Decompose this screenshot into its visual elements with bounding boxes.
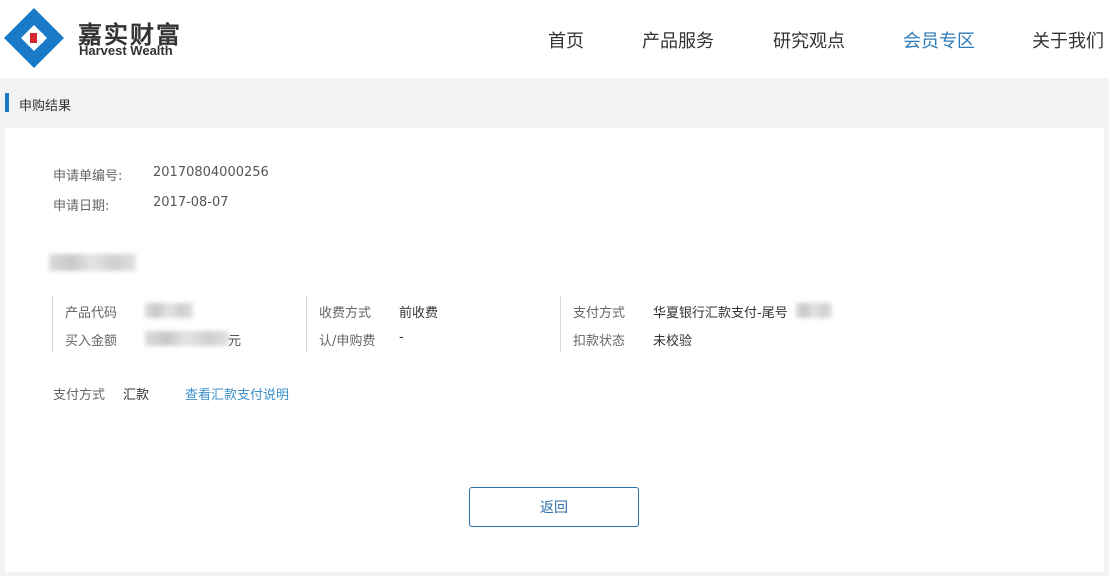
purchase-amount-redacted — [145, 331, 229, 346]
column-divider — [306, 296, 307, 352]
site-header: 嘉实财富 Harvest Wealth 首页 产品服务 研究观点 会员专区 关于… — [0, 0, 1109, 78]
nav-products[interactable]: 产品服务 — [642, 27, 714, 53]
fee-method-value: 前收费 — [399, 306, 439, 321]
account-tail-redacted — [796, 303, 832, 318]
nav-home[interactable]: 首页 — [548, 27, 584, 53]
harvest-logo-icon[interactable] — [4, 8, 64, 68]
subscription-fee-label: 认/申购费 — [319, 334, 376, 349]
payment-type-value: 汇款 — [123, 388, 150, 403]
breadcrumb: 申购结果 — [19, 99, 72, 114]
product-code-label: 产品代码 — [65, 306, 118, 321]
fee-method-label: 收费方式 — [319, 306, 372, 321]
debit-status-label: 扣款状态 — [573, 334, 626, 349]
remittance-instructions-link[interactable]: 查看汇款支付说明 — [185, 384, 289, 403]
payment-method-label: 支付方式 — [573, 306, 626, 321]
column-divider — [560, 296, 561, 352]
application-number-value: 20170804000256 — [153, 165, 269, 180]
purchase-amount-label: 买入金额 — [65, 334, 118, 349]
breadcrumb-marker — [5, 93, 9, 112]
back-button[interactable]: 返回 — [469, 487, 639, 527]
payment-type-label: 支付方式 — [53, 388, 106, 403]
brand-name-en: Harvest Wealth — [79, 43, 173, 58]
debit-status-value: 未校验 — [653, 334, 693, 349]
application-date-value: 2017-08-07 — [153, 195, 229, 210]
application-date-label: 申请日期: — [53, 199, 110, 214]
nav-member-zone[interactable]: 会员专区 — [903, 27, 975, 53]
application-number-label: 申请单编号: — [53, 169, 123, 184]
nav-about-us[interactable]: 关于我们 — [1032, 27, 1104, 53]
payment-method-value: 华夏银行汇款支付-尾号 — [653, 306, 788, 321]
purchase-amount-unit: 元 — [228, 334, 242, 349]
product-code-redacted — [145, 303, 193, 318]
nav-research[interactable]: 研究观点 — [773, 27, 845, 53]
subscription-fee-value: - — [399, 330, 404, 345]
column-divider — [52, 296, 53, 352]
product-name-redacted — [49, 254, 136, 271]
